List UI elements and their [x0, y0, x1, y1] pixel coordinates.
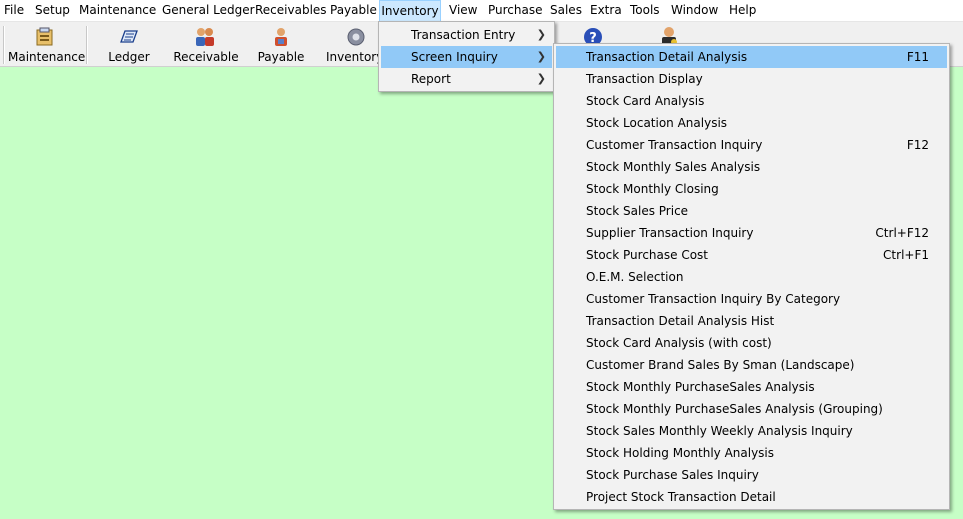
ledger-label: Ledger [108, 50, 150, 64]
inventory-label: Inventory [326, 50, 384, 64]
submenu-item[interactable]: Stock Card Analysis (with cost) [556, 332, 947, 354]
toolbar-grip [3, 26, 5, 64]
submenu-item[interactable]: Stock Monthly Closing [556, 178, 947, 200]
submenu-item[interactable]: Transaction Detail Analysis Hist [556, 310, 947, 332]
submenu-item-label: Stock Location Analysis [586, 116, 728, 130]
menu-payable[interactable]: Payable [330, 0, 377, 21]
submenu-item[interactable]: Customer Transaction Inquiry F12 [556, 134, 947, 156]
submenu-item-label: O.E.M. Selection [586, 270, 684, 284]
menu-item-label: Screen Inquiry [411, 50, 498, 64]
submenu-item[interactable]: Stock Sales Monthly Weekly Analysis Inqu… [556, 420, 947, 442]
submenu-item-label: Stock Card Analysis [586, 94, 705, 108]
submenu-item-label: Stock Monthly PurchaseSales Analysis [586, 380, 815, 394]
submenu-item-label: Stock Purchase Sales Inquiry [586, 468, 759, 482]
shortcut-label: F11 [906, 50, 929, 64]
submenu-item-label: Stock Monthly Closing [586, 182, 719, 196]
chevron-right-icon: ❯ [536, 72, 546, 85]
submenu-item-label: Transaction Display [586, 72, 703, 86]
submenu-item[interactable]: Project Stock Transaction Detail [556, 486, 947, 508]
receivable-label: Receivable [173, 50, 239, 64]
submenu-item[interactable]: Stock Purchase Cost Ctrl+F1 [556, 244, 947, 266]
menu-window[interactable]: Window [671, 0, 718, 21]
menu-extra[interactable]: Extra [590, 0, 622, 21]
maintenance-icon [36, 27, 53, 46]
submenu-item[interactable]: Customer Transaction Inquiry By Category [556, 288, 947, 310]
toolbar-separator [86, 26, 88, 64]
maintenance-label: Maintenance [8, 50, 86, 64]
submenu-item-label: Transaction Detail Analysis Hist [586, 314, 775, 328]
receivable-button[interactable]: Receivable [170, 23, 242, 65]
menu-item-label: Report [411, 72, 451, 86]
menu-maintenance[interactable]: Maintenance [79, 0, 156, 21]
submenu-item-label: Stock Sales Price [586, 204, 689, 218]
menu-tools[interactable]: Tools [630, 0, 660, 21]
submenu-item-label: Customer Brand Sales By Sman (Landscape) [586, 358, 855, 372]
submenu-item[interactable]: Stock Monthly Sales Analysis [556, 156, 947, 178]
menu-general-ledger[interactable]: General Ledger [162, 0, 255, 21]
submenu-item[interactable]: Stock Card Analysis [556, 90, 947, 112]
submenu-item-label: Project Stock Transaction Detail [586, 490, 776, 504]
submenu-item-label: Customer Transaction Inquiry By Category [586, 292, 841, 306]
submenu-item-label: Stock Sales Monthly Weekly Analysis Inqu… [586, 424, 853, 438]
inventory-button[interactable]: Inventory [326, 23, 384, 65]
submenu-item[interactable]: Transaction Detail Analysis F11 [556, 46, 947, 68]
maintenance-button[interactable]: Maintenance [8, 23, 86, 65]
menu-setup[interactable]: Setup [35, 0, 70, 21]
submenu-item-label: Stock Holding Monthly Analysis [586, 446, 775, 460]
submenu-item[interactable]: Stock Purchase Sales Inquiry [556, 464, 947, 486]
menu-sales[interactable]: Sales [550, 0, 582, 21]
submenu-item-label: Customer Transaction Inquiry [586, 138, 763, 152]
ledger-icon [120, 30, 138, 43]
menu-purchase[interactable]: Purchase [488, 0, 543, 21]
submenu-item-label: Transaction Detail Analysis [586, 50, 748, 64]
submenu-item[interactable]: Supplier Transaction Inquiry Ctrl+F12 [556, 222, 947, 244]
submenu-item-label: Stock Monthly Sales Analysis [586, 160, 761, 174]
shortcut-label: Ctrl+F1 [883, 248, 929, 262]
submenu-item-label: Supplier Transaction Inquiry [586, 226, 754, 240]
submenu-item[interactable]: Customer Brand Sales By Sman (Landscape) [556, 354, 947, 376]
submenu-item[interactable]: Transaction Display [556, 68, 947, 90]
menu-item-screen-inquiry[interactable]: Screen Inquiry ❯ [381, 46, 552, 68]
shortcut-label: F12 [906, 138, 929, 152]
menu-receivables[interactable]: Receivables [255, 0, 327, 21]
menu-bar: File Setup Maintenance General Ledger Re… [0, 0, 963, 22]
menu-item-transaction-entry[interactable]: Transaction Entry ❯ [381, 24, 552, 46]
submenu-item[interactable]: O.E.M. Selection [556, 266, 947, 288]
menu-item-label: Transaction Entry [411, 28, 516, 42]
payable-icon [275, 28, 287, 46]
screen-inquiry-submenu: Transaction Detail Analysis F11 Transacti… [553, 43, 950, 510]
submenu-item-label: Stock Card Analysis (with cost) [586, 336, 772, 350]
payable-label: Payable [257, 50, 305, 64]
menu-file[interactable]: File [4, 0, 24, 21]
submenu-item[interactable]: Stock Location Analysis [556, 112, 947, 134]
receivable-icon [196, 28, 214, 46]
ledger-button[interactable]: Ledger [98, 23, 160, 65]
submenu-item[interactable]: Stock Monthly PurchaseSales Analysis (Gr… [556, 398, 947, 420]
shortcut-label: Ctrl+F12 [875, 226, 929, 240]
submenu-item-label: Stock Monthly PurchaseSales Analysis (Gr… [586, 402, 883, 416]
menu-help[interactable]: Help [729, 0, 756, 21]
gear-icon [347, 28, 365, 46]
menu-inventory[interactable]: Inventory [379, 0, 441, 22]
payable-button[interactable]: Payable [252, 23, 310, 65]
submenu-item[interactable]: Stock Sales Price [556, 200, 947, 222]
chevron-right-icon: ❯ [536, 28, 546, 41]
chevron-right-icon: ❯ [536, 50, 546, 63]
inventory-dropdown: Transaction Entry ❯ Screen Inquiry ❯ Rep… [378, 21, 555, 92]
submenu-item-label: Stock Purchase Cost [586, 248, 709, 262]
submenu-item[interactable]: Stock Monthly PurchaseSales Analysis [556, 376, 947, 398]
menu-item-report[interactable]: Report ❯ [381, 68, 552, 90]
submenu-item[interactable]: Stock Holding Monthly Analysis [556, 442, 947, 464]
menu-view[interactable]: View [449, 0, 477, 21]
